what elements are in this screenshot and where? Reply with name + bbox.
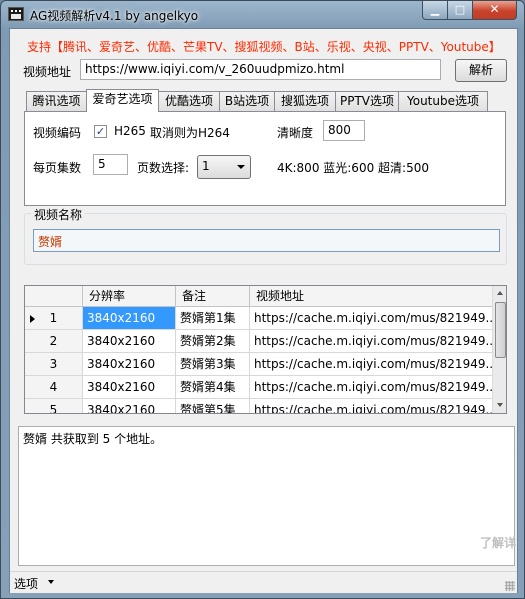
table-row[interactable]: 2 3840x2160 赘婿第2集 https://cache.m.iqiyi.…: [25, 330, 493, 353]
scroll-down-icon[interactable]: [493, 399, 506, 413]
table-row[interactable]: 3 3840x2160 赘婿第3集 https://cache.m.iqiyi.…: [25, 353, 493, 376]
clarity-input[interactable]: 800: [323, 120, 365, 141]
h265-hint: 取消则为H264: [150, 126, 230, 140]
chevron-down-icon: [237, 165, 245, 169]
page-select-label: 页数选择:: [137, 161, 190, 175]
dropdown-arrow-icon[interactable]: [48, 580, 54, 584]
clarity-hint: 4K:800 蓝光:600 超清:500: [277, 161, 429, 175]
table-row[interactable]: 1 3840x2160 赘婿第1集 https://cache.m.iqiyi.…: [25, 307, 493, 330]
results-grid: 分辨率 备注 视频地址 1 3840x2160 赘婿第1集 https://ca…: [24, 285, 507, 414]
resolution-cell[interactable]: 3840x2160: [83, 307, 176, 330]
url-cell[interactable]: https://cache.m.iqiyi.com/mus/821949...: [250, 399, 493, 413]
url-cell[interactable]: https://cache.m.iqiyi.com/mus/821949...: [250, 376, 493, 399]
table-row[interactable]: 4 3840x2160 赘婿第4集 https://cache.m.iqiyi.…: [25, 376, 493, 399]
tab-youtube[interactable]: Youtube选项: [398, 91, 488, 111]
app-window: AG视频解析v4.1 by angelkyo ▁ □ ✕ 支持【腾讯、爱奇艺、优…: [0, 0, 525, 599]
parse-button[interactable]: 解析: [455, 59, 507, 82]
h265-label: H265: [114, 124, 146, 138]
row-number: 3: [25, 353, 83, 376]
video-name-label: 视频名称: [31, 206, 86, 223]
options-menu-button[interactable]: 选项: [14, 575, 38, 592]
resize-grip-icon[interactable]: [505, 581, 515, 591]
resolution-cell[interactable]: 3840x2160: [83, 376, 176, 399]
resolution-cell[interactable]: 3840x2160: [83, 353, 176, 376]
resolution-cell[interactable]: 3840x2160: [83, 330, 176, 353]
scroll-thumb[interactable]: [495, 302, 506, 358]
clarity-label: 清晰度: [277, 126, 314, 140]
window-title: AG视频解析v4.1 by angelkyo: [30, 9, 199, 23]
log-textarea[interactable]: 赘婿 共获取到 5 个地址。: [18, 426, 515, 566]
per-page-input[interactable]: 5: [93, 154, 128, 175]
note-cell[interactable]: 赘婿第5集: [176, 399, 250, 413]
codec-label: 视频编码: [33, 126, 82, 140]
title-bar[interactable]: AG视频解析v4.1 by angelkyo ▁ □ ✕: [1, 1, 524, 28]
watermark-text: 了解详: [480, 536, 517, 550]
tab-youku[interactable]: 优酷选项: [158, 91, 220, 111]
row-number: 1: [25, 307, 83, 330]
page-select[interactable]: 1: [197, 155, 251, 179]
tab-pptv[interactable]: PPTV选项: [335, 91, 399, 111]
tab-iqiyi[interactable]: 爱奇艺选项: [86, 89, 159, 112]
row-number: 4: [25, 376, 83, 399]
url-cell[interactable]: https://cache.m.iqiyi.com/mus/821949...: [250, 330, 493, 353]
column-header-note[interactable]: 备注: [176, 286, 250, 307]
tab-bilibili[interactable]: B站选项: [219, 91, 275, 111]
h265-checkbox[interactable]: ✓: [94, 125, 107, 138]
grid-vertical-scrollbar[interactable]: [492, 286, 506, 413]
note-cell[interactable]: 赘婿第1集: [176, 307, 250, 330]
url-label: 视频地址: [23, 65, 72, 79]
minimize-button[interactable]: ▁: [422, 1, 448, 20]
column-header-resolution[interactable]: 分辨率: [83, 286, 176, 307]
per-page-label: 每页集数: [33, 161, 82, 175]
client-area: 支持【腾讯、爱奇艺、优酷、芒果TV、搜狐视频、B站、乐视、央视、PPTV、You…: [9, 28, 518, 593]
note-cell[interactable]: 赘婿第4集: [176, 376, 250, 399]
row-header-corner: [25, 286, 83, 307]
row-number: 2: [25, 330, 83, 353]
grid-header: 分辨率 备注 视频地址: [25, 286, 493, 307]
page-select-value: 1: [202, 159, 210, 173]
video-name-input[interactable]: 赘婿: [33, 229, 500, 252]
note-cell[interactable]: 赘婿第2集: [176, 330, 250, 353]
tab-sohu[interactable]: 搜狐选项: [274, 91, 336, 111]
status-bar: 选项: [10, 571, 517, 593]
column-header-url[interactable]: 视频地址: [250, 286, 493, 307]
close-button[interactable]: ✕: [472, 1, 517, 20]
clapperboard-icon: [8, 7, 24, 21]
row-number: 5: [25, 399, 83, 413]
tab-tencent[interactable]: 腾讯选项: [26, 91, 87, 111]
url-cell[interactable]: https://cache.m.iqiyi.com/mus/821949...: [250, 353, 493, 376]
resolution-cell[interactable]: 3840x2160: [83, 399, 176, 413]
note-cell[interactable]: 赘婿第3集: [176, 353, 250, 376]
maximize-button[interactable]: □: [447, 1, 473, 20]
video-url-input[interactable]: https://www.iqiyi.com/v_260uudpmizo.html: [80, 59, 441, 80]
table-row[interactable]: 5 3840x2160 赘婿第5集 https://cache.m.iqiyi.…: [25, 399, 493, 413]
scroll-up-icon[interactable]: [493, 286, 506, 300]
url-cell[interactable]: https://cache.m.iqiyi.com/mus/821949...: [250, 307, 493, 330]
current-row-icon: [30, 315, 35, 323]
supported-sites-text: 支持【腾讯、爱奇艺、优酷、芒果TV、搜狐视频、B站、乐视、央视、PPTV、You…: [27, 40, 501, 54]
